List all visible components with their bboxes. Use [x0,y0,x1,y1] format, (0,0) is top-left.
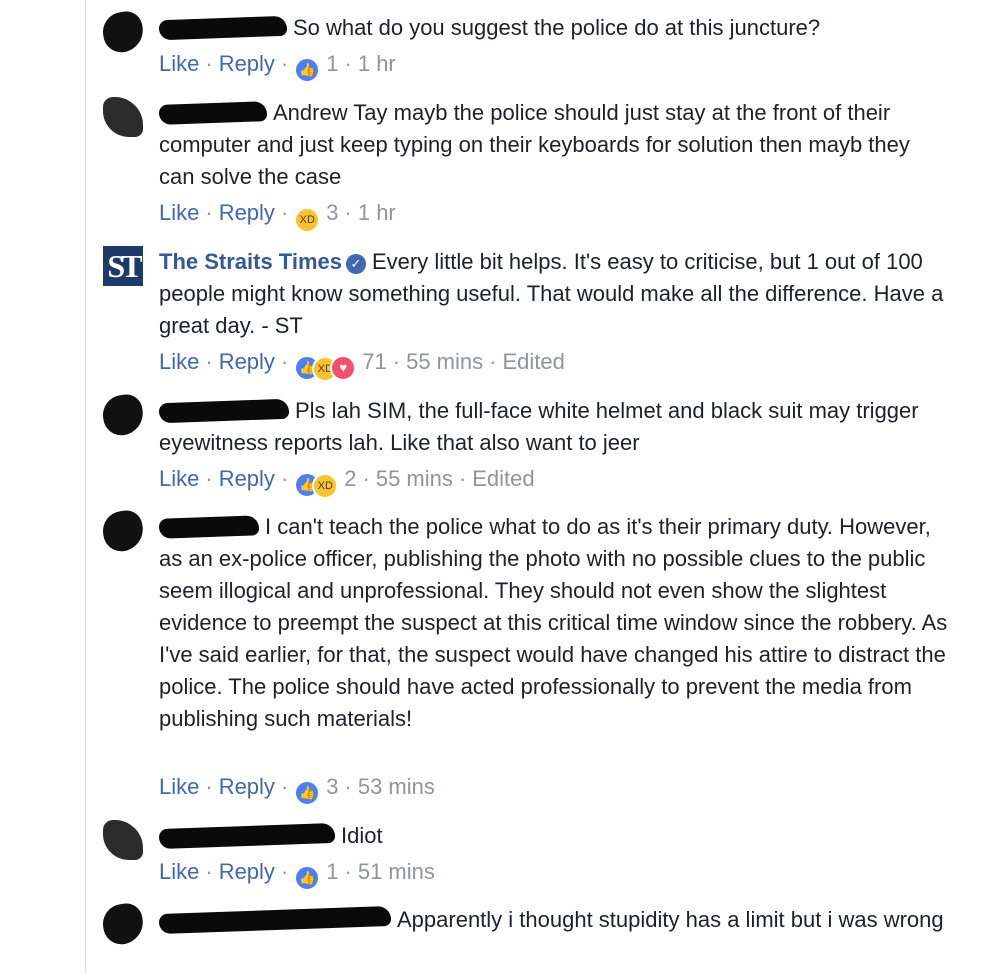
redacted-author-name [158,15,288,41]
comment-text: Apparently i thought stupidity has a lim… [397,907,944,932]
avatar[interactable] [100,508,146,554]
like-link[interactable]: Like [159,51,199,76]
timestamp[interactable]: 1 hr [358,51,396,76]
comment-body: Apparently i thought stupidity has a lim… [158,904,949,936]
thumbs-up-icon[interactable]: 👍 [294,780,321,806]
thumbs-up-icon[interactable]: 👍 [294,865,321,891]
reaction-count[interactable]: 1 [326,51,338,76]
timestamp[interactable]: 55 mins [406,349,483,374]
edited-label[interactable]: Edited [472,466,534,491]
avatar[interactable] [103,97,143,137]
verified-badge-icon: ✓ [346,254,366,274]
author-name[interactable]: The Straits Times [159,249,342,274]
reply-link[interactable]: Reply [219,466,275,491]
haha-icon[interactable]: XD [312,473,339,499]
reply-link[interactable]: Reply [219,200,275,225]
avatar[interactable] [103,820,143,860]
reply-link[interactable]: Reply [219,51,275,76]
comment-actions: Like · Reply · 👍 1 · 1 hr [159,50,396,83]
comment-text: Andrew Tay mayb the police should just s… [159,100,910,189]
like-link[interactable]: Like [159,466,199,491]
comment-text: So what do you suggest the police do at … [293,15,821,40]
redacted-author-name [158,515,260,539]
redacted-author-name [158,822,336,850]
reaction-count[interactable]: 1 [326,859,338,884]
comment-body: The Straits Times ✓ Every little bit helps… [159,246,949,342]
like-link[interactable]: Like [159,774,199,799]
reply-link[interactable]: Reply [219,349,275,374]
comment-actions: Like · Reply · 👍 1 · 51 mins [159,858,435,891]
comment-actions: Like · Reply · 👍 XD ♥ 71 · 55 mins · Edited [159,348,565,382]
avatar[interactable] [100,901,146,947]
reaction-count[interactable]: 2 [344,466,356,491]
comment-body: Andrew Tay mayb the police should just s… [158,97,949,193]
like-link[interactable]: Like [159,349,199,374]
haha-icon[interactable]: XD [294,207,321,233]
comment-body: So what do you suggest the police do at … [158,12,949,44]
like-link[interactable]: Like [159,859,199,884]
thumbs-up-icon[interactable]: 👍 [294,57,321,83]
redacted-author-name [158,398,290,424]
reply-link[interactable]: Reply [219,859,275,884]
timestamp[interactable]: 55 mins [376,466,453,491]
comment-actions: Like · Reply · 👍 3 · 53 mins [159,773,435,806]
edited-label[interactable]: Edited [502,349,564,374]
like-link[interactable]: Like [159,200,199,225]
love-icon[interactable]: ♥ [330,355,357,381]
timestamp[interactable]: 1 hr [358,200,396,225]
avatar[interactable] [100,9,146,55]
comment-actions: Like · Reply · XD 3 · 1 hr [159,199,396,233]
comment-text: Idiot [341,823,383,848]
reaction-count[interactable]: 71 [362,349,386,374]
comment-actions: Like · Reply · 👍 XD 2 · 55 mins · Edited [159,465,535,499]
comment-text: I can't teach the police what to do as i… [159,514,948,731]
straits-times-logo[interactable]: ST [103,246,143,286]
comment-body: Idiot [158,820,949,852]
redacted-author-name [158,101,268,125]
timestamp[interactable]: 51 mins [358,859,435,884]
redacted-author-name [158,905,392,935]
reaction-count[interactable]: 3 [326,200,338,225]
comment-body: I can't teach the police what to do as i… [158,511,949,735]
comment-body: Pls lah SIM, the full-face white helmet … [158,395,949,459]
reaction-count[interactable]: 3 [326,774,338,799]
reply-link[interactable]: Reply [219,774,275,799]
avatar[interactable] [100,392,146,438]
thread-divider [85,0,86,974]
timestamp[interactable]: 53 mins [358,774,435,799]
